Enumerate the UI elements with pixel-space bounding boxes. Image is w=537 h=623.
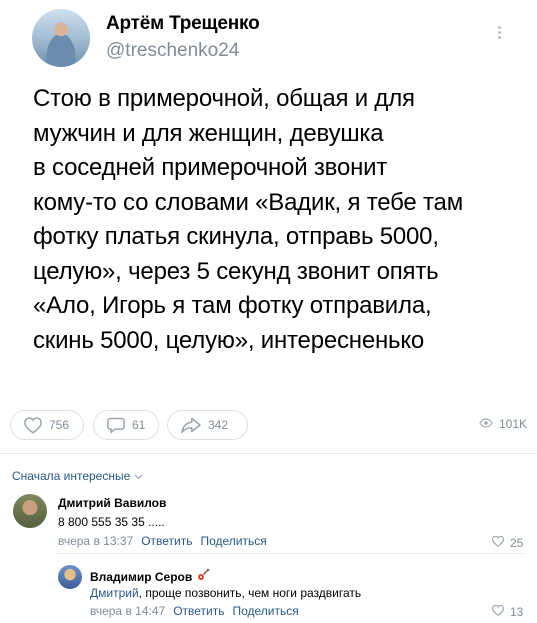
heart-icon [491,604,505,619]
share-button[interactable]: 342 [167,410,248,440]
comment-sort-dropdown[interactable]: Сначала интересные [12,469,143,483]
post-text-line: фотку платья скинула, отправь 5000, [33,223,439,250]
author-avatar[interactable] [32,9,90,67]
heart-icon [23,416,43,434]
comment-button[interactable]: 61 [93,410,159,440]
comment-icon [106,416,126,434]
post-text-line: целую», через 5 секунд звонит опять [33,257,439,285]
views-counter: 101K [479,417,527,431]
section-divider [0,453,537,454]
post-text-line: кому-то со словами «Вадик, я тебе там [33,188,464,216]
comment-like-button[interactable]: 25 [491,535,523,550]
more-vertical-icon[interactable] [494,24,504,46]
commenter-name-text: Владимир Серов [90,569,193,584]
like-count: 756 [49,418,70,432]
author-handle[interactable]: @treschenko24 [106,40,239,62]
comment-like-button[interactable]: 13 [491,604,523,619]
sort-label: Сначала интересные [12,469,131,483]
share-count: 342 [208,418,229,432]
comment-like-count: 13 [510,604,524,619]
reply-button[interactable]: Ответить [141,534,192,548]
commenter-avatar[interactable] [13,494,47,528]
guitar-icon [196,568,210,585]
mention-link[interactable]: Дмитрий [90,586,139,600]
post-text-line: мужчин и для женщин, девушка [33,119,384,147]
comment-time[interactable]: вчера в 14:47 [90,604,165,618]
share-icon [180,416,202,434]
comment-count: 61 [132,418,146,432]
author-name[interactable]: Артём Трещенко [106,13,260,35]
comment-divider [56,553,524,554]
comment-text: 8 800 555 35 35 ..... [58,515,165,529]
post-card: Артём Трещенко @treschenko24 Стою в прим… [0,0,537,454]
post-text-line: Стою в примерочной, общая и для [33,85,415,112]
comment-text: Дмитрий, проще позвонить, чем ноги раздв… [90,586,361,600]
post-text: Стою в примерочной, общая и для мужчин и… [33,82,523,358]
chevron-down-icon [134,469,143,483]
comment-like-count: 25 [510,535,524,550]
like-button[interactable]: 756 [10,410,84,440]
comment-time[interactable]: вчера в 13:37 [58,534,133,548]
post-actions: 756 61 342 101K [10,410,527,442]
view-count: 101K [498,417,527,431]
comment-meta: вчера в 14:47 Ответить Поделиться [90,604,299,618]
comment-text-body: , проще позвонить, чем ноги раздвигать [138,586,362,600]
heart-icon [491,535,505,550]
share-comment-button[interactable]: Поделиться [200,534,266,548]
reply-button[interactable]: Ответить [173,604,224,618]
commenter-name[interactable]: Дмитрий Вавилов [58,496,166,510]
eye-icon [479,417,493,431]
commenter-name[interactable]: Владимир Серов [90,568,210,585]
post-text-line: в соседней примерочной звонит [33,154,388,181]
post-text-line: скинь 5000, целую», интересненько [33,326,425,354]
post-text-line: «Ало, Игорь я там фотку отправила, [33,292,432,319]
comment-meta: вчера в 13:37 Ответить Поделиться [58,534,267,548]
share-comment-button[interactable]: Поделиться [232,604,298,618]
commenter-avatar[interactable] [58,565,82,589]
